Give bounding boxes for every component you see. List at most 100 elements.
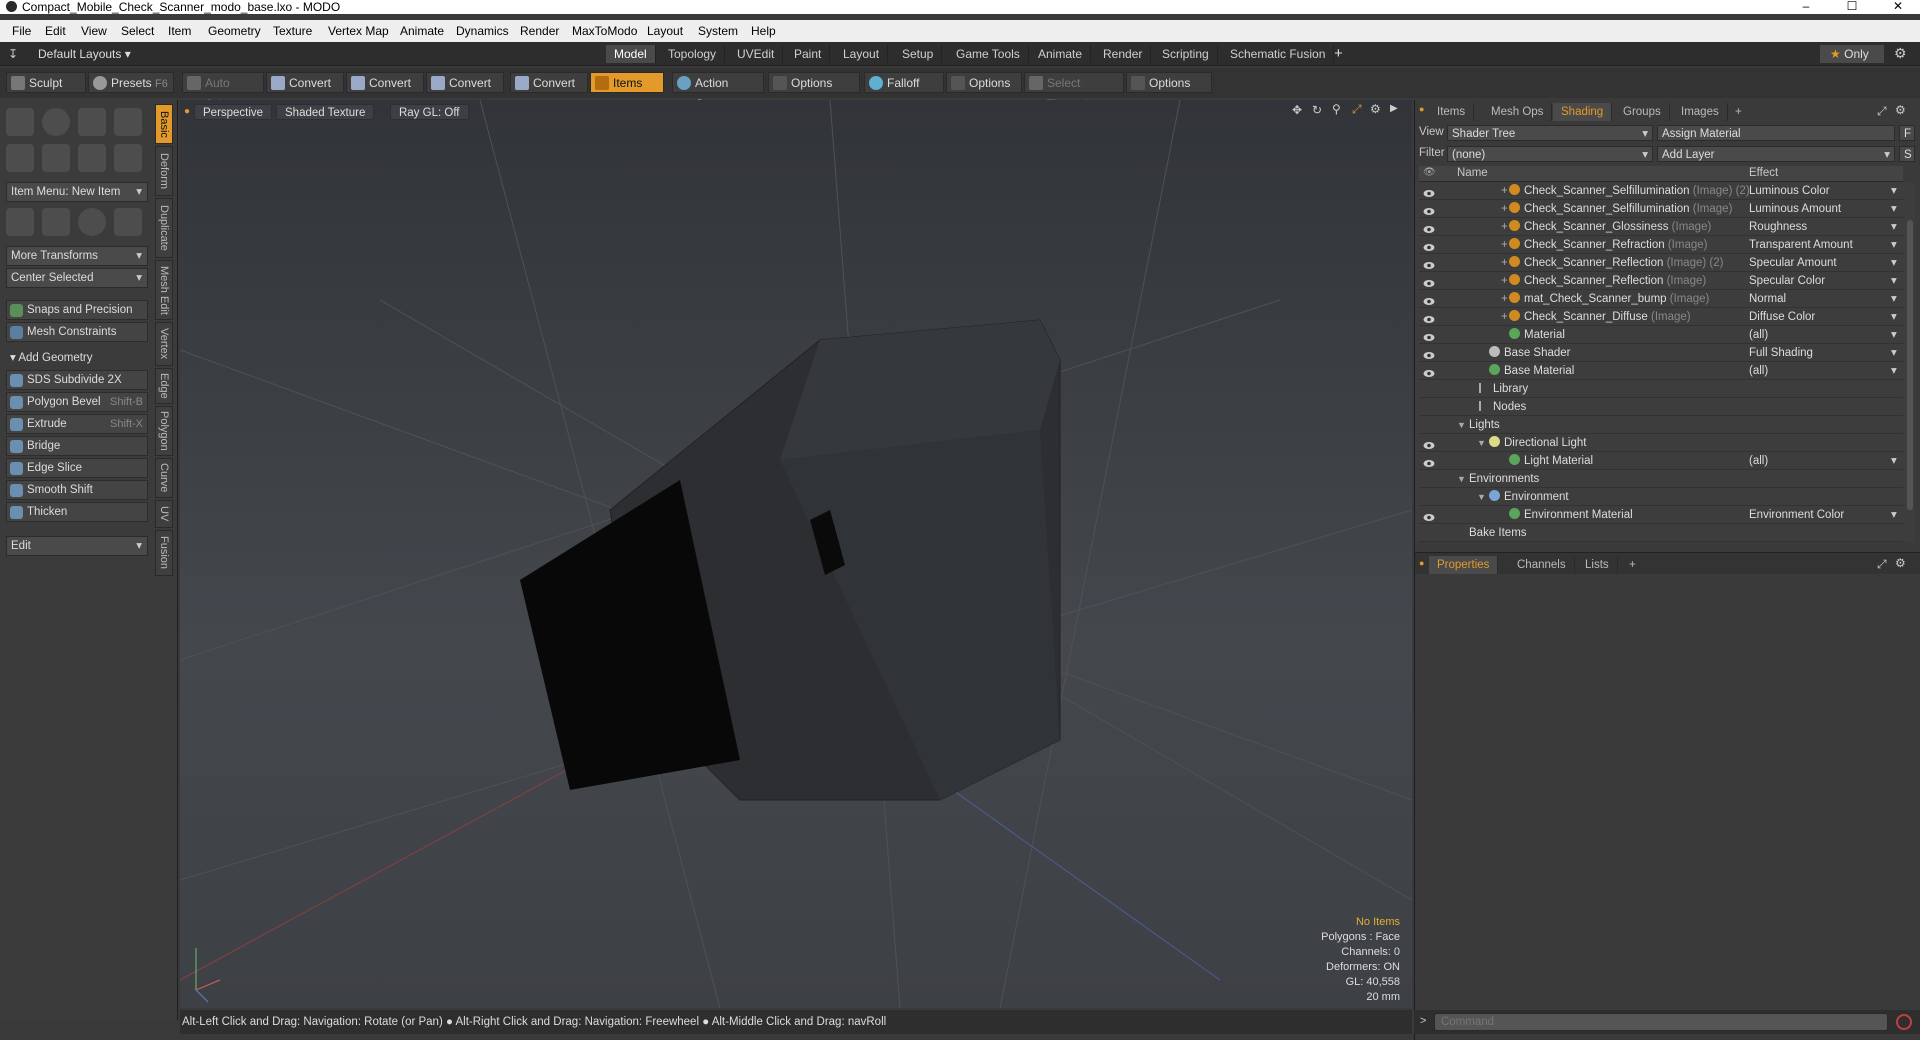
panel-menu-icon[interactable]: ● <box>1419 104 1424 114</box>
eye-icon[interactable] <box>1423 312 1435 323</box>
thicken-button[interactable]: Thicken <box>6 502 148 522</box>
tree-scrollbar[interactable] <box>1907 220 1913 510</box>
tab-setup[interactable]: Setup <box>894 45 943 63</box>
effect-dropdown[interactable]: Luminous Color <box>1749 182 1896 200</box>
cube-icon[interactable] <box>6 108 34 136</box>
cylinder-icon[interactable] <box>78 108 106 136</box>
convert-button-2[interactable]: Convert <box>346 72 424 93</box>
tab-scripting[interactable]: Scripting <box>1154 45 1218 63</box>
expand-plus-icon[interactable]: + <box>1501 182 1508 200</box>
vtab-deform[interactable]: Deform <box>155 146 173 196</box>
eye-icon[interactable] <box>1423 276 1435 287</box>
tree-row[interactable]: + Check_Scanner_Diffuse (Image) Diffuse Co… <box>1419 308 1903 326</box>
menu-system[interactable]: System <box>698 24 738 38</box>
panel-expand-icon[interactable]: ⤢ <box>1877 104 1887 119</box>
default-layouts-dropdown[interactable]: Default Layouts ▾ <box>38 47 131 61</box>
f-button[interactable]: F <box>1899 125 1915 141</box>
vtab-uv[interactable]: UV <box>155 500 173 528</box>
torus-icon[interactable] <box>6 144 34 172</box>
tree-row[interactable]: Material (all) <box>1419 326 1903 344</box>
tree-row[interactable]: + Check_Scanner_Glossiness (Image) Roughne… <box>1419 218 1903 236</box>
viewport-gear-icon[interactable]: ⚙ <box>1370 102 1381 116</box>
capsule-icon[interactable] <box>42 144 70 172</box>
add-geometry-header[interactable]: ▾ Add Geometry <box>10 350 93 364</box>
tree-row[interactable]: + Check_Scanner_Reflection (Image) Specula… <box>1419 272 1903 290</box>
menu-edit[interactable]: Edit <box>45 24 66 38</box>
expand-plus-icon[interactable]: + <box>1501 254 1508 272</box>
s-button[interactable]: S <box>1899 146 1915 162</box>
tab-items[interactable]: Items <box>1429 103 1475 121</box>
tab-paint[interactable]: Paint <box>786 45 831 63</box>
tree-row[interactable]: Base Material (all) <box>1419 362 1903 380</box>
tab-lists[interactable]: Lists <box>1577 556 1618 574</box>
menu-file[interactable]: File <box>12 24 31 38</box>
sds-subdivide-button[interactable]: SDS Subdivide 2X <box>6 370 148 390</box>
maximize-button[interactable]: ☐ <box>1832 0 1872 14</box>
add-tab-button[interactable]: + <box>1334 45 1343 62</box>
properties-menu-icon[interactable]: ● <box>1419 558 1424 568</box>
collapse-caret-icon[interactable]: ▼ <box>1457 470 1466 488</box>
transform-icon[interactable] <box>6 208 34 236</box>
collapse-caret-icon[interactable]: ▼ <box>1477 434 1486 452</box>
expand-plus-icon[interactable]: + <box>1501 290 1508 308</box>
convert-button-4[interactable]: Convert <box>510 72 588 93</box>
more-transforms-dropdown[interactable]: More Transforms <box>6 246 148 266</box>
command-input[interactable] <box>1434 1013 1888 1031</box>
edit-dropdown[interactable]: Edit <box>6 536 148 556</box>
menu-geometry[interactable]: Geometry <box>208 24 261 38</box>
sphere-icon[interactable] <box>42 108 70 136</box>
mesh-constraints-button[interactable]: Mesh Constraints <box>6 322 148 342</box>
expand-plus-icon[interactable]: + <box>1501 272 1508 290</box>
eye-icon[interactable] <box>1423 240 1435 251</box>
polygon-bevel-button[interactable]: Polygon Bevel Shift-B <box>6 392 148 412</box>
add-panel-tab-button[interactable]: + <box>1727 103 1750 121</box>
effect-dropdown[interactable]: Luminous Amount <box>1749 200 1897 218</box>
center-selected-dropdown[interactable]: Center Selected <box>6 268 148 288</box>
effect-dropdown[interactable]: (all) <box>1749 326 1898 344</box>
tree-row[interactable]: Environment Material Environment Color <box>1419 506 1903 524</box>
cone-icon[interactable] <box>114 108 142 136</box>
eye-icon[interactable] <box>1423 438 1435 449</box>
vtab-mesh-edit[interactable]: Mesh Edit <box>155 260 173 320</box>
assign-material-button[interactable]: Assign Material <box>1657 125 1895 141</box>
tree-row[interactable]: ▼ Lights <box>1419 416 1903 434</box>
tab-game-tools[interactable]: Game Tools <box>948 45 1029 63</box>
layout-arrow-icon[interactable]: ↧ <box>8 47 18 61</box>
minimize-button[interactable]: – <box>1786 0 1826 14</box>
menu-render[interactable]: Render <box>520 24 559 38</box>
pyramid-icon[interactable] <box>114 208 142 236</box>
tab-layout[interactable]: Layout <box>835 45 889 63</box>
eye-icon[interactable] <box>1423 294 1435 305</box>
pen-icon[interactable] <box>78 144 106 172</box>
edge-slice-button[interactable]: Edge Slice <box>6 458 148 478</box>
viewport-menu-icon[interactable]: ● <box>184 106 190 117</box>
expand-plus-icon[interactable]: + <box>1501 308 1508 326</box>
tree-row[interactable]: ▼ Directional Light <box>1419 434 1903 452</box>
shading-mode-button[interactable]: Shaded Texture <box>276 104 375 120</box>
eye-icon[interactable] <box>1423 456 1435 467</box>
smooth-shift-button[interactable]: Smooth Shift <box>6 480 148 500</box>
raygl-button[interactable]: Ray GL: Off <box>390 104 469 120</box>
menu-item[interactable]: Item <box>168 24 191 38</box>
menu-animate[interactable]: Animate <box>400 24 444 38</box>
effect-dropdown[interactable]: Diffuse Color <box>1749 308 1897 326</box>
tree-row[interactable]: Nodes <box>1419 398 1903 416</box>
tab-shading[interactable]: Shading <box>1553 103 1613 121</box>
vtab-fusion[interactable]: Fusion <box>155 530 173 576</box>
action-center-button[interactable]: Action Center <box>672 72 764 111</box>
effect-dropdown[interactable]: Full Shading <box>1749 344 1897 362</box>
effect-dropdown[interactable]: Specular Amount <box>1749 254 1896 272</box>
zoom-icon[interactable]: ⚲ <box>1332 102 1341 116</box>
grid-icon[interactable] <box>42 208 70 236</box>
menu-view[interactable]: View <box>81 24 107 38</box>
tree-row[interactable]: Base Shader Full Shading <box>1419 344 1903 362</box>
menu-vertex-map[interactable]: Vertex Map <box>328 24 389 38</box>
effect-dropdown[interactable]: Normal <box>1749 290 1897 308</box>
tab-groups[interactable]: Groups <box>1615 103 1670 121</box>
vtab-basic[interactable]: Basic <box>155 104 173 144</box>
close-button[interactable]: ✕ <box>1878 0 1918 14</box>
effect-dropdown[interactable]: (all) <box>1749 362 1898 380</box>
perspective-button[interactable]: Perspective <box>194 104 273 120</box>
tab-schematic-fusion[interactable]: Schematic Fusion <box>1222 45 1335 63</box>
sculpt-button[interactable]: Sculpt <box>6 72 86 93</box>
